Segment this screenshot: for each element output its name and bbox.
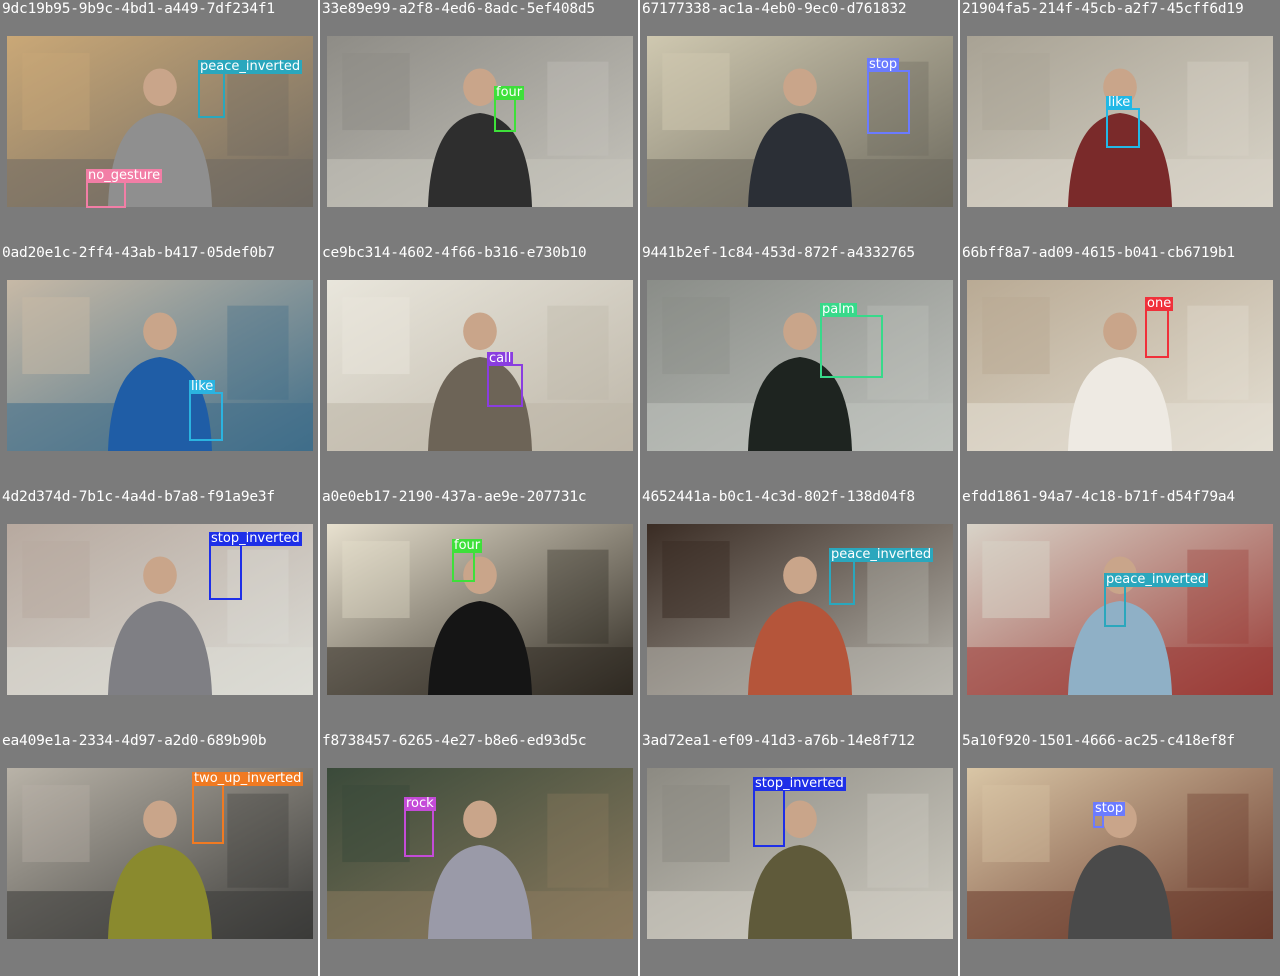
detection-box: rock bbox=[404, 797, 436, 857]
tile-title: 5a10f920-1501-4666-ac25-c418ef8f bbox=[962, 733, 1235, 749]
detection-label: one bbox=[1145, 296, 1174, 311]
photo-scene bbox=[7, 280, 313, 451]
detection-box: stop bbox=[1093, 802, 1126, 828]
image-tile: 21904fa5-214f-45cb-a2f7-45cff6d19 like bbox=[960, 0, 1280, 244]
photo-scene bbox=[7, 524, 313, 695]
image-tile: 66bff8a7-ad09-4615-b041-cb6719b1 one bbox=[960, 244, 1280, 488]
image-tile: a0e0eb17-2190-437a-ae9e-207731c four bbox=[320, 488, 640, 732]
image-tile: 9441b2ef-1c84-453d-872f-a4332765 palm bbox=[640, 244, 960, 488]
detection-label: four bbox=[452, 538, 483, 553]
tile-title: 21904fa5-214f-45cb-a2f7-45cff6d19 bbox=[962, 1, 1244, 17]
image-tile: 5a10f920-1501-4666-ac25-c418ef8f stop bbox=[960, 732, 1280, 976]
detection-box: four bbox=[452, 539, 483, 582]
detection-box: like bbox=[189, 380, 223, 441]
photo: stop_inverted bbox=[647, 768, 953, 939]
photo-scene bbox=[327, 768, 633, 939]
detection-box: stop bbox=[867, 58, 910, 134]
tile-title: 0ad20e1c-2ff4-43ab-b417-05def0b7 bbox=[2, 245, 275, 261]
detection-label: peace_inverted bbox=[1104, 572, 1209, 587]
tile-title: 4652441a-b0c1-4c3d-802f-138d04f8 bbox=[642, 489, 915, 505]
image-grid: 9dc19b95-9b9c-4bd1-a449-7df234f1 peace_i… bbox=[0, 0, 1280, 976]
tile-title: f8738457-6265-4e27-b8e6-ed93d5c bbox=[322, 733, 587, 749]
photo-scene bbox=[967, 768, 1273, 939]
photo: stop bbox=[967, 768, 1273, 939]
detection-label: peace_inverted bbox=[829, 547, 934, 562]
image-tile: 0ad20e1c-2ff4-43ab-b417-05def0b7 like bbox=[0, 244, 320, 488]
image-tile: ce9bc314-4602-4f66-b316-e730b10 call bbox=[320, 244, 640, 488]
detection-label: peace_inverted bbox=[198, 59, 303, 74]
tile-title: 9441b2ef-1c84-453d-872f-a4332765 bbox=[642, 245, 915, 261]
photo: peace_inverted no_gesture bbox=[7, 36, 313, 208]
tile-title: ce9bc314-4602-4f66-b316-e730b10 bbox=[322, 245, 587, 261]
detection-label: stop_inverted bbox=[209, 531, 302, 546]
detection-box: stop_inverted bbox=[209, 532, 302, 600]
photo: like bbox=[967, 36, 1273, 207]
detection-box: peace_inverted bbox=[198, 60, 303, 118]
photo: call bbox=[327, 280, 633, 451]
tile-title: a0e0eb17-2190-437a-ae9e-207731c bbox=[322, 489, 587, 505]
detection-label: stop bbox=[1093, 801, 1126, 816]
photo: like bbox=[7, 280, 313, 451]
tile-title: 66bff8a7-ad09-4615-b041-cb6719b1 bbox=[962, 245, 1235, 261]
tile-title: 33e89e99-a2f8-4ed6-8adc-5ef408d5 bbox=[322, 1, 595, 17]
detection-box: one bbox=[1145, 297, 1174, 358]
image-tile: ea409e1a-2334-4d97-a2d0-689b90b two_up_i… bbox=[0, 732, 320, 976]
tile-title: 67177338-ac1a-4eb0-9ec0-d761832 bbox=[642, 1, 907, 17]
photo-scene bbox=[647, 280, 953, 451]
photo-scene bbox=[327, 280, 633, 451]
detection-label: stop bbox=[867, 57, 900, 72]
detection-label: rock bbox=[404, 796, 436, 811]
detection-box: four bbox=[494, 86, 525, 132]
detection-label: two_up_inverted bbox=[192, 771, 304, 786]
photo-scene bbox=[967, 280, 1273, 451]
detection-box: two_up_inverted bbox=[192, 772, 304, 844]
tile-title: efdd1861-94a7-4c18-b71f-d54f79a4 bbox=[962, 489, 1235, 505]
image-tile: 67177338-ac1a-4eb0-9ec0-d761832 stop bbox=[640, 0, 960, 244]
detection-box: peace_inverted bbox=[829, 548, 934, 605]
tile-title: 9dc19b95-9b9c-4bd1-a449-7df234f1 bbox=[2, 1, 275, 17]
detection-box: stop_inverted bbox=[753, 777, 846, 847]
photo: rock bbox=[327, 768, 633, 939]
detection-box: like bbox=[1106, 96, 1140, 148]
detection-box: peace_inverted bbox=[1104, 573, 1209, 627]
detection-label: palm bbox=[820, 302, 857, 317]
image-tile: 9dc19b95-9b9c-4bd1-a449-7df234f1 peace_i… bbox=[0, 0, 320, 244]
photo: one bbox=[967, 280, 1273, 451]
tile-title: 4d2d374d-7b1c-4a4d-b7a8-f91a9e3f bbox=[2, 489, 275, 505]
photo: four bbox=[327, 524, 633, 695]
detection-label: no_gesture bbox=[86, 168, 163, 183]
photo: peace_inverted bbox=[967, 524, 1273, 695]
detection-box: palm bbox=[820, 303, 883, 378]
image-tile: 4d2d374d-7b1c-4a4d-b7a8-f91a9e3f stop_in… bbox=[0, 488, 320, 732]
photo: stop_inverted bbox=[7, 524, 313, 695]
photo: stop bbox=[647, 36, 953, 207]
photo-scene bbox=[7, 768, 313, 939]
detection-box: no_gesture bbox=[86, 169, 163, 208]
photo: palm bbox=[647, 280, 953, 451]
detection-label: four bbox=[494, 85, 525, 100]
photo: peace_inverted bbox=[647, 524, 953, 695]
photo-scene bbox=[327, 36, 633, 207]
detection-label: like bbox=[1106, 95, 1133, 110]
detection-label: like bbox=[189, 379, 216, 394]
image-tile: efdd1861-94a7-4c18-b71f-d54f79a4 peace_i… bbox=[960, 488, 1280, 732]
image-tile: 33e89e99-a2f8-4ed6-8adc-5ef408d5 four bbox=[320, 0, 640, 244]
detection-label: call bbox=[487, 351, 514, 366]
photo-scene bbox=[647, 768, 953, 939]
detection-box: call bbox=[487, 352, 523, 407]
image-tile: f8738457-6265-4e27-b8e6-ed93d5c rock bbox=[320, 732, 640, 976]
tile-title: 3ad72ea1-ef09-41d3-a76b-14e8f712 bbox=[642, 733, 915, 749]
tile-title: ea409e1a-2334-4d97-a2d0-689b90b bbox=[2, 733, 267, 749]
photo: two_up_inverted bbox=[7, 768, 313, 939]
detection-label: stop_inverted bbox=[753, 776, 846, 791]
image-tile: 3ad72ea1-ef09-41d3-a76b-14e8f712 stop_in… bbox=[640, 732, 960, 976]
photo: four bbox=[327, 36, 633, 207]
image-tile: 4652441a-b0c1-4c3d-802f-138d04f8 peace_i… bbox=[640, 488, 960, 732]
